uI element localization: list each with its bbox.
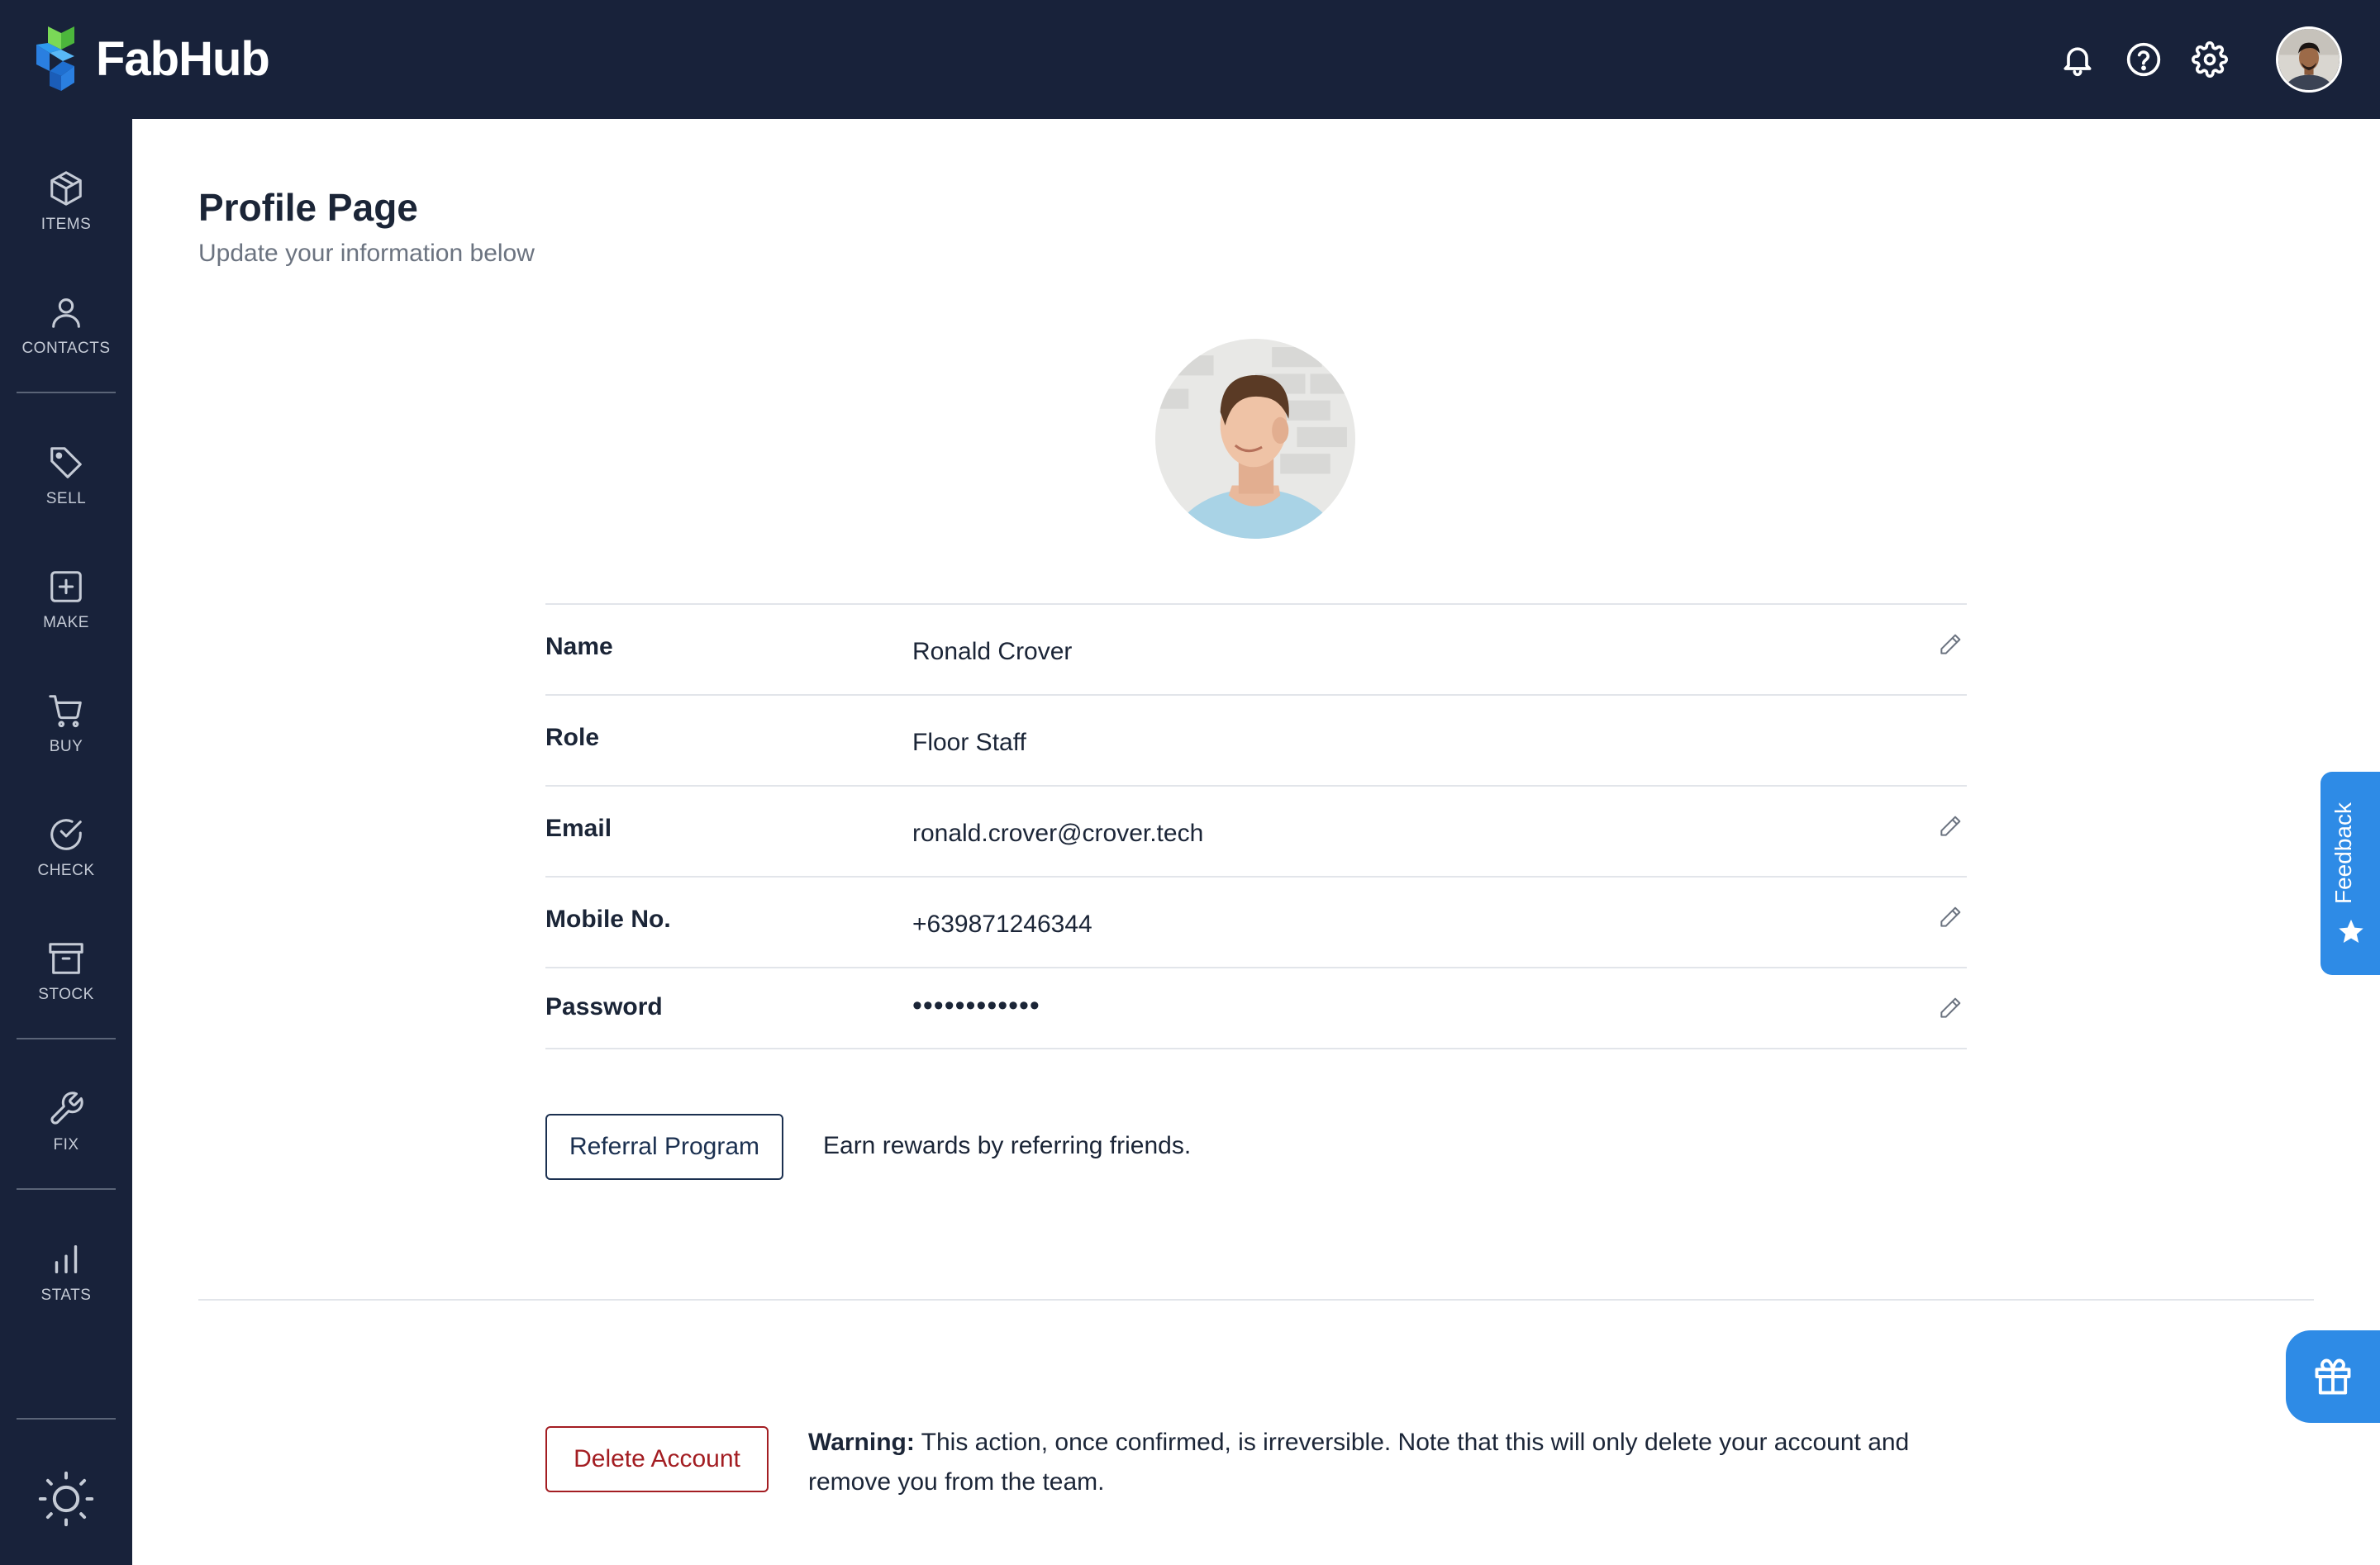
sidebar-item-label: CONTACTS	[21, 340, 111, 357]
sidebar-item-stats[interactable]: STATS	[0, 1223, 132, 1322]
sidebar-item-buy[interactable]: BUY	[0, 674, 132, 773]
sidebar-item-make[interactable]: MAKE	[0, 550, 132, 649]
profile-row-role: Role Floor Staff	[545, 696, 1967, 787]
sidebar-divider	[17, 392, 116, 393]
sidebar-divider	[17, 1038, 116, 1039]
pencil-icon	[1940, 816, 1961, 836]
avatar-image	[2278, 29, 2340, 90]
sidebar-item-label: CHECK	[37, 862, 95, 879]
sidebar-divider	[17, 1418, 116, 1420]
bell-icon	[2063, 47, 2092, 77]
field-label: Password	[545, 993, 663, 1020]
feedback-label: Feedback	[2330, 802, 2356, 904]
help-icon	[2126, 42, 2161, 77]
settings-icon	[2192, 41, 2228, 78]
pencil-icon	[1940, 634, 1961, 654]
pencil-icon	[1940, 997, 1961, 1018]
check-circle-icon	[50, 819, 82, 850]
cart-icon	[49, 695, 82, 728]
notifications-button[interactable]	[2058, 40, 2097, 79]
email-value: ronald.crover@crover.tech	[912, 820, 1204, 847]
delete-account-button[interactable]: Delete Account	[545, 1426, 769, 1492]
referral-program-button[interactable]: Referral Program	[545, 1114, 783, 1180]
profile-row-mobile: Mobile No. +639871246344	[545, 878, 1967, 968]
sidebar-item-check[interactable]: CHECK	[0, 798, 132, 897]
fabhub-logo-icon	[36, 26, 74, 91]
mobile-value: +639871246344	[912, 911, 1092, 938]
app-name: FabHub	[96, 31, 270, 86]
cube-icon	[50, 171, 82, 206]
bar-chart-icon	[55, 1244, 78, 1274]
star-icon	[2339, 919, 2363, 944]
page-title: Profile Page	[198, 186, 418, 229]
feedback-tab[interactable]: Feedback	[2320, 772, 2380, 975]
sidebar-item-label: STOCK	[38, 986, 94, 1003]
top-bar: FabHub	[0, 0, 2380, 119]
user-avatar[interactable]	[2276, 26, 2342, 93]
field-label: Name	[545, 633, 613, 660]
sidebar-item-contacts[interactable]: CONTACTS	[0, 276, 132, 375]
plus-square-icon	[50, 571, 82, 602]
name-value: Ronald Crover	[912, 638, 1073, 665]
profile-row-password: Password ••••••••••••	[545, 968, 1967, 1049]
settings-button[interactable]	[2190, 40, 2230, 79]
archive-icon	[49, 943, 83, 974]
referral-description: Earn rewards by referring friends.	[823, 1132, 1192, 1159]
sidebar-item-label: SELL	[45, 490, 87, 507]
profile-photo[interactable]	[1155, 339, 1355, 539]
sidebar-item-label: ITEMS	[40, 216, 92, 233]
app-logo[interactable]: FabHub	[36, 25, 270, 93]
sidebar-divider	[17, 1188, 116, 1190]
sidebar-item-label: MAKE	[43, 614, 89, 631]
sidebar-item-label: FIX	[53, 1136, 79, 1154]
password-value: ••••••••••••	[912, 990, 1040, 1021]
help-button[interactable]	[2124, 40, 2163, 79]
sidebar-item-fix[interactable]: FIX	[0, 1073, 132, 1172]
edit-email-button[interactable]	[1934, 810, 1967, 843]
warning-text: This action, once confirmed, is irrevers…	[808, 1429, 1910, 1496]
gift-button[interactable]	[2286, 1330, 2380, 1423]
delete-warning: Warning: This action, once confirmed, is…	[808, 1423, 1932, 1502]
sidebar-item-stock[interactable]: STOCK	[0, 922, 132, 1021]
section-divider	[198, 1299, 2314, 1301]
pencil-icon	[1940, 906, 1961, 927]
sidebar-nav: ITEMS CONTACTS SELL MAKE BUY CHECK STOCK…	[0, 119, 132, 1565]
sidebar-item-label: STATS	[40, 1287, 92, 1304]
profile-row-name: Name Ronald Crover	[545, 605, 1967, 696]
field-label: Email	[545, 815, 612, 842]
wrench-icon	[50, 1092, 83, 1125]
gift-icon	[2315, 1358, 2351, 1395]
sun-icon	[38, 1471, 94, 1527]
page-subtitle: Update your information below	[198, 240, 535, 267]
role-value: Floor Staff	[912, 729, 1026, 756]
profile-row-email: Email ronald.crover@crover.tech	[545, 787, 1967, 878]
sidebar-item-sell[interactable]: SELL	[0, 426, 132, 526]
profile-info-table: Name Ronald Crover Role Floor Staff Emai…	[545, 603, 1967, 1049]
warning-title: Warning:	[808, 1429, 915, 1456]
sidebar-item-items[interactable]: ITEMS	[0, 152, 132, 251]
edit-password-button[interactable]	[1934, 992, 1967, 1025]
field-label: Mobile No.	[545, 906, 671, 933]
edit-name-button[interactable]	[1934, 628, 1967, 661]
tag-icon	[50, 447, 82, 478]
profile-photo-image	[1155, 339, 1355, 539]
sidebar-item-label: BUY	[49, 738, 83, 755]
field-label: Role	[545, 724, 600, 751]
person-icon	[52, 298, 80, 328]
edit-mobile-button[interactable]	[1934, 901, 1967, 934]
theme-toggle[interactable]	[0, 1458, 132, 1540]
